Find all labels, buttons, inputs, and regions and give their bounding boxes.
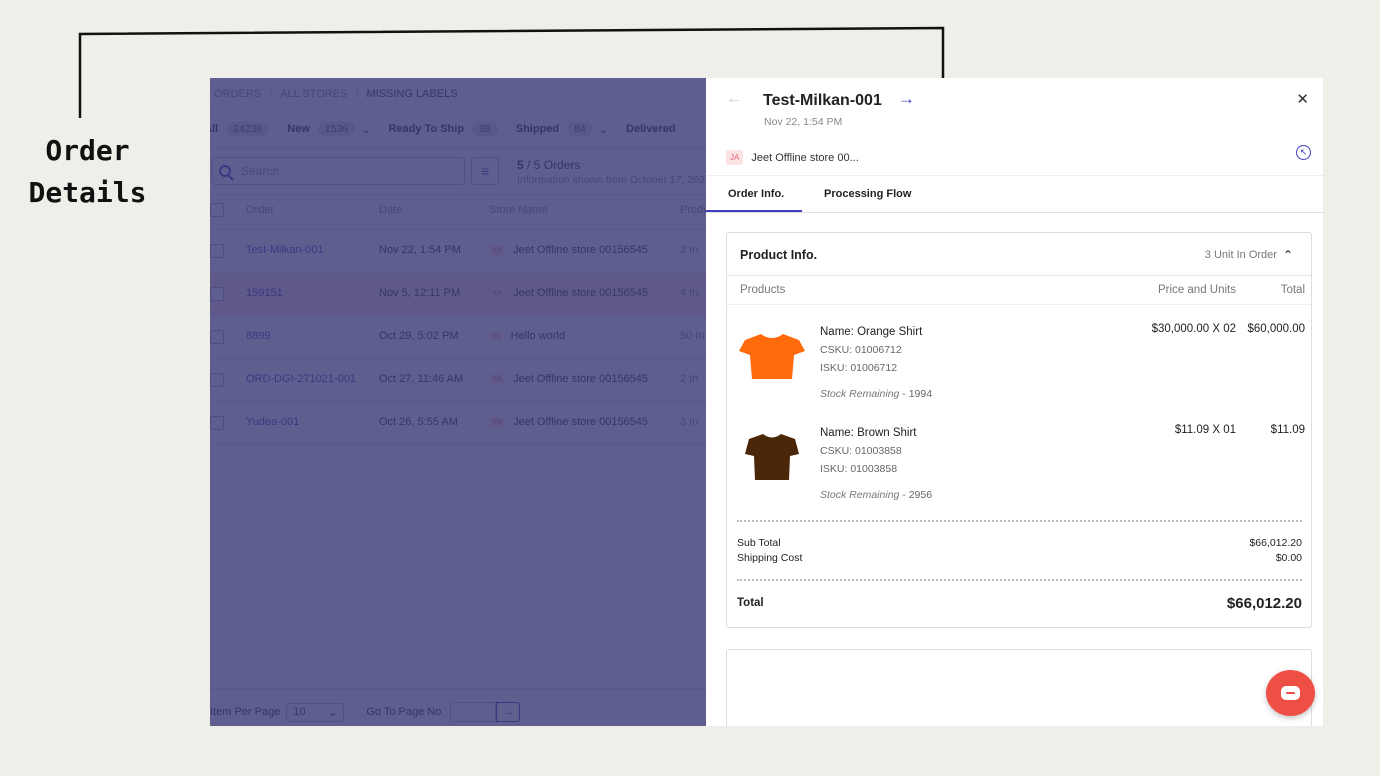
- store-avatar: YA: [489, 245, 506, 256]
- chevron-up-icon: ⌃: [1282, 248, 1293, 262]
- expand-arrow-icon: ↖: [1299, 147, 1308, 157]
- shipping-cost-row: Shipping Cost $0.00: [737, 552, 1302, 564]
- product-name: Name: Brown Shirt: [820, 427, 917, 439]
- product-row: Name: Brown Shirt CSKU: 01003858 ISKU: 0…: [727, 424, 1311, 524]
- active-tab-indicator: [706, 210, 802, 212]
- breadcrumb-orders[interactable]: ORDERS: [214, 88, 261, 100]
- pagination-footer: Item Per Page 10 ⌄ Go To Page No. →: [210, 702, 521, 722]
- breadcrumb: ORDERS / ALL STORES / MISSING LABELS: [214, 88, 458, 100]
- store-name: Jeet Offline store 00...: [751, 151, 859, 164]
- arrow-left-icon: ←: [726, 90, 742, 107]
- units-in-order[interactable]: 3 Unit In Order ⌃: [1205, 248, 1293, 262]
- order-count: 5 / 5 Orders Information shown from Octo…: [517, 158, 705, 186]
- breadcrumb-all-stores[interactable]: ALL STORES: [280, 88, 347, 100]
- arrow-right-icon: →: [898, 89, 915, 108]
- filter-button[interactable]: ≡: [471, 157, 499, 185]
- divider: [737, 579, 1302, 581]
- status-tab-delivered[interactable]: Delivered: [626, 123, 676, 135]
- search-input[interactable]: Search: [212, 157, 465, 185]
- tab-order-info[interactable]: Order Info.: [728, 188, 784, 200]
- grand-total: $66,012.20: [1226, 595, 1302, 612]
- chat-button[interactable]: [1266, 670, 1315, 716]
- price-units: $11.09 X 01: [1174, 424, 1236, 436]
- orders-list: ORDERS/ALL STORES/MISSING LABELS All2423…: [210, 78, 706, 726]
- select-all-checkbox[interactable]: [210, 203, 224, 217]
- chevron-down-icon: ⌄: [361, 123, 371, 136]
- product-total: $60,000.00: [1247, 323, 1305, 335]
- previous-order-button[interactable]: ←: [726, 90, 742, 108]
- store-avatar: YA: [489, 417, 506, 428]
- product-name: Name: Orange Shirt: [820, 326, 923, 338]
- store-avatar: YI: [489, 331, 503, 342]
- goto-page-input[interactable]: [450, 702, 497, 722]
- chevron-down-icon: ⌄: [328, 706, 338, 719]
- sub-total-row: Sub Total $66,012.20: [737, 537, 1302, 549]
- product-info-card: Product Info. 3 Unit In Order ⌃ Products …: [726, 232, 1312, 628]
- annotation-line-2: Details: [28, 176, 147, 209]
- table-row[interactable]: 159151 Nov 5, 12:11 PM YA Jeet Offline st…: [210, 273, 706, 315]
- price-units: $30,000.00 X 02: [1151, 323, 1236, 335]
- table-row[interactable]: ORD-DGI-271021-001 Oct 27, 11:46 AM YA Je…: [210, 359, 706, 401]
- table-row[interactable]: Test-Milkan-001 Nov 22, 1:54 PM YA Jeet O…: [210, 230, 706, 272]
- table-row[interactable]: 8899 Oct 29, 5:02 PM YI Hello world 50 In: [210, 316, 706, 358]
- product-total: $11.09: [1270, 424, 1305, 436]
- items-per-page-select[interactable]: 10 ⌄: [286, 702, 345, 722]
- arrow-right-icon: →: [502, 706, 514, 718]
- table-row[interactable]: Yudea-001 Oct 26, 5:55 AM YA Jeet Offline…: [210, 402, 706, 444]
- next-order-button[interactable]: →: [898, 89, 915, 109]
- chat-icon: [1281, 686, 1300, 700]
- detail-tabs: Order Info. Processing Flow: [706, 175, 1323, 213]
- goto-page-button[interactable]: →: [496, 702, 521, 722]
- row-checkbox[interactable]: [210, 373, 224, 387]
- close-icon: ✕: [1296, 91, 1309, 108]
- store-avatar: YA: [489, 374, 506, 385]
- tab-processing-flow[interactable]: Processing Flow: [824, 188, 911, 200]
- orange-shirt-image: [739, 334, 805, 379]
- expand-button[interactable]: ↖: [1296, 145, 1311, 160]
- product-info-title: Product Info.: [740, 248, 818, 262]
- order-title: Test-Milkan-001: [763, 92, 882, 109]
- status-tabs: All24236 New1536⌄ Ready To Ship38 Shippe…: [210, 122, 694, 136]
- search-icon: [219, 165, 231, 177]
- row-checkbox[interactable]: [210, 287, 224, 301]
- product-row: Name: Orange Shirt CSKU: 01006712 ISKU: …: [727, 323, 1311, 423]
- row-checkbox[interactable]: [210, 244, 224, 258]
- status-tab-shipped[interactable]: Shipped 84 ⌄: [516, 122, 608, 136]
- order-date: Nov 22, 1:54 PM: [764, 116, 843, 128]
- divider: [737, 520, 1302, 522]
- row-checkbox[interactable]: [210, 416, 224, 430]
- filter-icon: ≡: [480, 163, 490, 179]
- store-avatar: JA: [726, 150, 744, 165]
- product-info-header[interactable]: Product Info. 3 Unit In Order ⌃: [727, 233, 1311, 276]
- brown-shirt-image: [745, 434, 799, 480]
- status-tab-ready-to-ship[interactable]: Ready To Ship 38: [388, 122, 498, 136]
- chevron-down-icon: ⌄: [598, 123, 609, 136]
- store-avatar: YA: [489, 288, 506, 299]
- breadcrumb-missing-labels: MISSING LABELS: [366, 88, 458, 100]
- status-tab-new[interactable]: New 1536 ⌄: [287, 122, 370, 136]
- close-button[interactable]: ✕: [1296, 90, 1309, 108]
- product-columns: Products Price and Units Total: [727, 277, 1311, 305]
- row-checkbox[interactable]: [210, 330, 224, 344]
- next-section-card: [726, 649, 1312, 726]
- store-info: JA Jeet Offline store 00...: [726, 150, 859, 165]
- status-tab-all[interactable]: All24236: [210, 122, 270, 136]
- order-detail-panel: ← Test-Milkan-001 → Nov 22, 1:54 PM ✕ JA…: [706, 78, 1323, 726]
